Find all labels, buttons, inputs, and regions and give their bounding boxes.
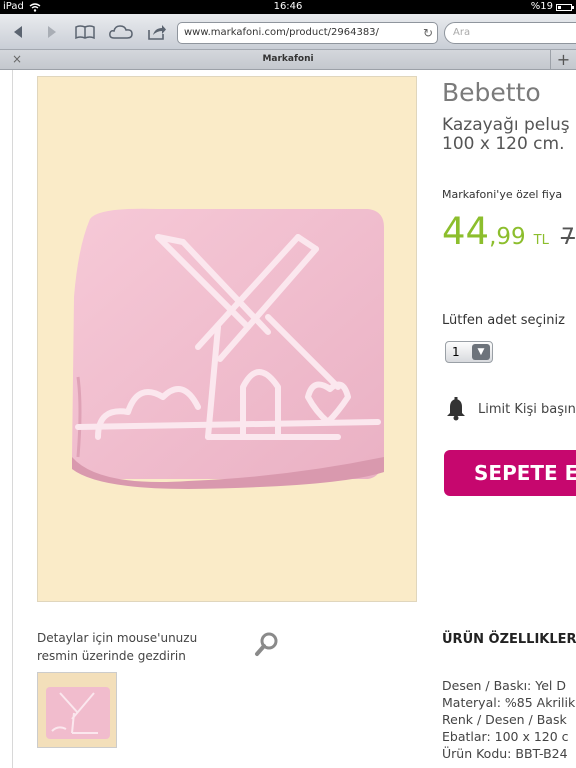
blanket-illustration — [72, 208, 384, 489]
forward-arrow-icon[interactable] — [44, 22, 60, 42]
quantity-value: 1 — [452, 345, 460, 359]
special-price-label: Markafoni'ye özel fiya — [442, 188, 563, 201]
old-price: 7 — [560, 225, 575, 250]
page-left-border — [12, 70, 13, 768]
browser-toolbar: www.markafoni.com/product/2964383/ ↻ Ara — [0, 14, 576, 50]
add-to-cart-button[interactable]: SEPETE E — [444, 450, 576, 496]
url-text: www.markafoni.com/product/2964383/ — [184, 27, 379, 38]
zoom-hint-line2: resmin üzerinde gezdirin — [37, 649, 186, 663]
thumbnail-image — [46, 687, 110, 739]
url-field[interactable]: www.markafoni.com/product/2964383/ ↻ — [177, 22, 438, 44]
magnifier-icon[interactable] — [252, 630, 282, 660]
search-field[interactable]: Ara — [444, 22, 576, 44]
search-placeholder: Ara — [453, 27, 471, 38]
back-arrow-icon[interactable] — [10, 22, 26, 42]
price-integer: 44 — [442, 210, 490, 253]
zoom-hint: Detaylar için mouse'unuzu resmin üzerind… — [37, 629, 247, 665]
features-title: ÜRÜN ÖZELLIKLERI — [442, 632, 576, 647]
tab-bar: × Markafoni + — [0, 50, 576, 70]
bell-icon — [447, 397, 465, 421]
battery-icon — [556, 3, 574, 11]
purchase-limit: Limit Kişi başın — [446, 397, 576, 421]
feature-item: Desen / Baskı: Yel D — [442, 678, 566, 693]
new-tab-button[interactable]: + — [550, 50, 576, 70]
zoom-hint-line1: Detaylar için mouse'unuzu — [37, 631, 198, 645]
product-main-image[interactable] — [37, 76, 417, 602]
product-title-line1: Kazayağı peluş — [442, 115, 570, 135]
brand-name[interactable]: Bebetto — [442, 78, 541, 107]
bookmarks-book-icon[interactable] — [74, 22, 96, 42]
share-icon[interactable] — [146, 22, 168, 42]
product-title-line2: 100 x 120 cm. — [442, 134, 565, 154]
product-thumbnail[interactable] — [37, 672, 117, 748]
limit-text: Limit Kişi başın — [478, 401, 576, 417]
feature-item: Renk / Desen / Bask — [442, 712, 567, 727]
features-list: Desen / Baskı: Yel D Materyal: %85 Akril… — [442, 677, 575, 762]
clock: 16:46 — [273, 1, 303, 12]
icloud-tabs-icon[interactable] — [108, 22, 134, 42]
quantity-label: Lütfen adet seçiniz — [442, 313, 565, 328]
battery-percent: %19 — [530, 1, 553, 12]
feature-item: Materyal: %85 Akrilik — [442, 695, 576, 710]
reload-icon[interactable]: ↻ — [423, 23, 433, 43]
quantity-select[interactable]: 1 ▼ — [445, 341, 493, 363]
tab-title[interactable]: Markafoni — [0, 54, 576, 64]
product-title: Kazayağı peluş 100 x 120 cm. — [442, 116, 570, 154]
chevron-down-icon: ▼ — [472, 344, 490, 360]
feature-item: Ebatlar: 100 x 120 c — [442, 729, 569, 744]
price-currency: TL — [533, 233, 549, 248]
feature-item: Ürün Kodu: BBT-B24 — [442, 746, 568, 761]
price: 44,99 TL 7 — [442, 210, 575, 253]
price-decimal: ,99 — [489, 224, 526, 250]
web-page: Detaylar için mouse'unuzu resmin üzerind… — [0, 70, 576, 768]
status-bar: iPad 16:46 %19 — [0, 0, 576, 14]
